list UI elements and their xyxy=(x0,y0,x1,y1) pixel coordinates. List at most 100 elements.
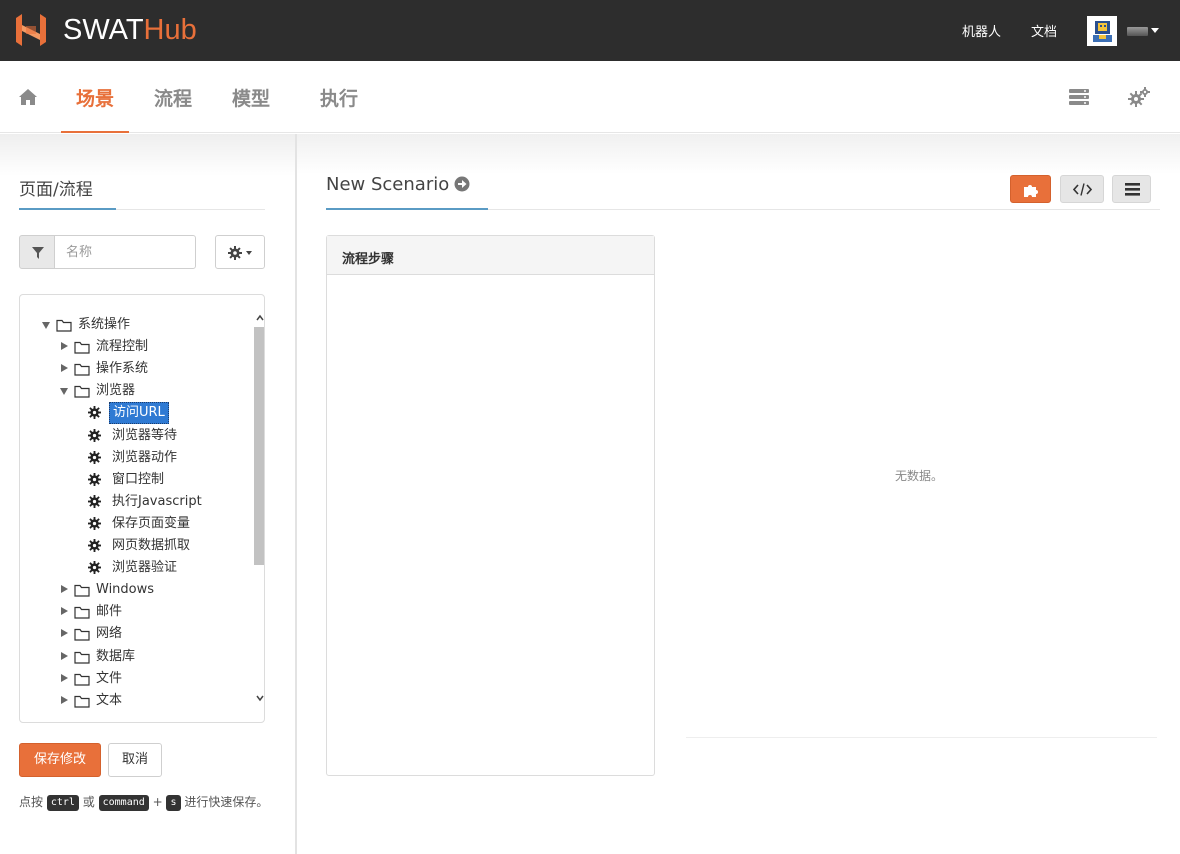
tree-scrollbar[interactable] xyxy=(252,309,265,707)
menu-button[interactable] xyxy=(1112,175,1151,203)
caret-down-icon xyxy=(246,251,252,255)
left-panel-shade xyxy=(0,134,295,176)
puzzle-icon xyxy=(1024,185,1038,197)
arrow-circle-right-icon[interactable] xyxy=(454,176,470,192)
gear-icon xyxy=(88,472,101,486)
hint-plus: + xyxy=(152,795,163,809)
expand-arrow-icon[interactable] xyxy=(61,342,68,351)
expand-arrow-icon[interactable] xyxy=(61,585,68,594)
caret-down-icon xyxy=(1151,28,1159,33)
gear-icon xyxy=(88,450,101,464)
main-navbar: 场景 流程 模型 执行 xyxy=(0,61,1180,133)
tree-item-label: 系统操作 xyxy=(78,317,131,332)
main-title-accent xyxy=(326,208,488,210)
tree-item-label-selected: 访问URL xyxy=(109,402,169,425)
expand-arrow-icon[interactable] xyxy=(61,629,68,638)
active-tab-indicator xyxy=(61,131,129,133)
tab-flow[interactable]: 流程 xyxy=(154,84,192,111)
save-changes-button[interactable]: 保存修改 xyxy=(19,743,101,777)
flow-steps-title: 流程步骤 xyxy=(342,252,395,267)
cancel-button[interactable]: 取消 xyxy=(108,743,162,777)
user-avatar-icon[interactable] xyxy=(1087,16,1117,46)
tree-item-label: 网页数据抓取 xyxy=(112,538,191,553)
gear-icon xyxy=(228,246,242,260)
robots-link[interactable]: 机器人 xyxy=(962,21,1001,40)
tree-item-label: 执行Javascript xyxy=(112,493,202,509)
hint-suffix: 进行快速保存。 xyxy=(184,795,269,809)
expand-arrow-icon[interactable] xyxy=(61,673,68,682)
flow-steps-panel: 流程步骤 xyxy=(326,235,655,776)
right-area-rule xyxy=(686,737,1157,738)
tree-item-label: 流程控制 xyxy=(96,339,149,355)
panel-divider[interactable] xyxy=(295,134,297,854)
left-panel-title: 页面/流程 xyxy=(19,180,93,200)
folder-icon xyxy=(74,651,90,664)
folder-icon xyxy=(74,673,90,686)
tree-item-label: 保存页面变量 xyxy=(112,515,191,531)
folder-icon xyxy=(74,386,90,398)
list-icon xyxy=(1125,183,1140,196)
folder-icon xyxy=(74,585,90,597)
components-button[interactable] xyxy=(1010,175,1051,203)
tab-scenario[interactable]: 场景 xyxy=(76,84,114,111)
tab-model[interactable]: 模型 xyxy=(232,84,270,111)
filter-icon xyxy=(32,247,44,259)
gear-icon xyxy=(88,561,101,575)
home-icon[interactable] xyxy=(18,87,38,107)
tree-item-label: 网络 xyxy=(96,626,123,642)
scroll-down-icon[interactable] xyxy=(255,693,265,703)
gear-icon xyxy=(88,516,101,530)
gear-icon xyxy=(88,494,101,508)
hint-or: 或 xyxy=(82,795,95,809)
save-shortcut-hint: 点按 ctrl 或 command + s 进行快速保存。 xyxy=(19,791,279,813)
component-tree: 文本 文件 数据库 网络 邮件 Windows 浏览器验证 网页数据抓取 保存页面变量 执行Jav… xyxy=(19,294,265,723)
tree-item-label: 浏览器等待 xyxy=(112,427,178,443)
scrollbar-thumb[interactable] xyxy=(254,327,264,565)
kbd-s: s xyxy=(166,795,181,811)
collapse-arrow-icon[interactable] xyxy=(42,322,50,329)
folder-icon xyxy=(74,341,90,354)
tree-item-label: 数据库 xyxy=(96,648,136,664)
folder-icon xyxy=(74,695,90,708)
scenario-title: New Scenario xyxy=(326,174,450,195)
gear-icon xyxy=(88,539,101,552)
expand-arrow-icon[interactable] xyxy=(61,364,68,373)
tab-execute[interactable]: 执行 xyxy=(320,84,358,111)
code-view-button[interactable] xyxy=(1060,175,1104,203)
tree-item-label: 邮件 xyxy=(96,604,123,620)
tree-item-label: 浏览器动作 xyxy=(112,449,178,465)
expand-arrow-icon[interactable] xyxy=(61,651,68,660)
tree-item-label: 窗口控制 xyxy=(112,471,165,487)
filter-addon xyxy=(19,235,55,269)
expand-arrow-icon[interactable] xyxy=(61,695,68,704)
brand-swat: SWAT xyxy=(63,14,144,46)
docs-link[interactable]: 文档 xyxy=(1031,21,1057,40)
flow-steps-header: 流程步骤 xyxy=(327,236,654,275)
tree-item-label: Windows xyxy=(96,582,155,598)
brand-hub: Hub xyxy=(143,14,197,46)
kbd-ctrl: ctrl xyxy=(46,795,79,811)
top-bar: SWATHub 机器人 文档 xyxy=(0,0,1180,61)
user-menu-toggle[interactable] xyxy=(1127,25,1161,37)
collapse-arrow-icon[interactable] xyxy=(60,388,68,396)
scroll-up-icon[interactable] xyxy=(255,313,265,323)
brand-logo-text[interactable]: SWATHub xyxy=(63,12,197,48)
folder-icon xyxy=(74,607,90,619)
expand-arrow-icon[interactable] xyxy=(61,607,68,616)
cogs-icon[interactable] xyxy=(1128,86,1150,108)
name-filter-input[interactable] xyxy=(54,235,196,269)
filter-group xyxy=(19,235,196,269)
left-title-accent xyxy=(19,208,116,210)
server-icon[interactable] xyxy=(1068,86,1090,108)
no-data-message: 无数据。 xyxy=(895,469,944,483)
tree-settings-dropdown[interactable] xyxy=(215,235,265,269)
swathub-logo-icon[interactable] xyxy=(16,14,46,46)
gear-icon xyxy=(88,406,101,420)
user-name-redacted xyxy=(1127,27,1148,36)
tree-item-label: 文件 xyxy=(96,670,123,686)
tree-item-label: 文本 xyxy=(96,692,123,708)
folder-icon xyxy=(56,319,72,332)
tree-item-label: 浏览器验证 xyxy=(112,560,178,576)
tree-item-label: 浏览器 xyxy=(96,383,136,399)
kbd-command: command xyxy=(98,795,149,811)
